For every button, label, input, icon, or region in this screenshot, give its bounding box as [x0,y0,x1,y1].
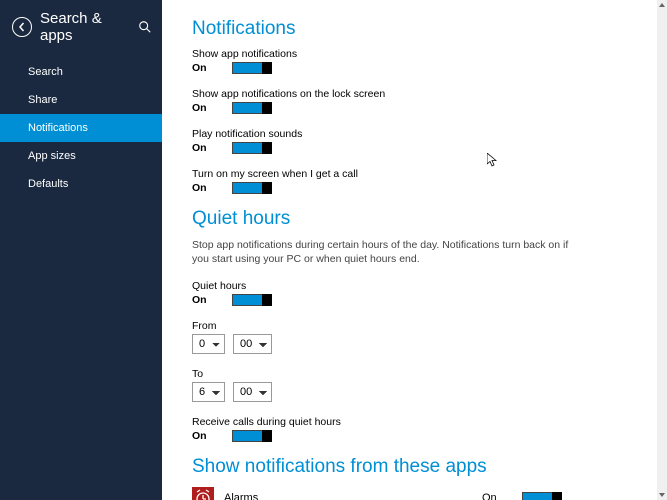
toggle-switch[interactable] [232,294,272,306]
toggle-state: On [192,142,232,154]
app-row-alarms: Alarms On [192,486,572,500]
sidebar-item-search[interactable]: Search [0,58,162,86]
toggle-switch[interactable] [232,142,272,154]
sidebar-item-share[interactable]: Share [0,86,162,114]
quiet-hours-description: Stop app notifications during certain ho… [192,238,572,266]
from-label: From [192,320,572,332]
toggle-switch[interactable] [522,492,562,500]
toggle-state: On [192,430,232,442]
toggle-switch[interactable] [232,62,272,74]
toggle-state: On [192,102,232,114]
setting-receive-calls: Receive calls during quiet hours On [192,416,572,442]
toggle-switch[interactable] [232,102,272,114]
toggle-switch[interactable] [232,182,272,194]
sidebar-item-app-sizes[interactable]: App sizes [0,142,162,170]
setting-label: Receive calls during quiet hours [192,416,572,428]
setting-show-app-notifications: Show app notifications On [192,48,572,74]
scroll-up-arrow[interactable] [657,0,667,10]
setting-label: Quiet hours [192,280,572,292]
alarm-icon [192,487,214,500]
setting-quiet-hours-toggle: Quiet hours On [192,280,572,306]
toggle-state: On [192,294,232,306]
setting-screen-on-call: Turn on my screen when I get a call On [192,168,572,194]
to-hour-select[interactable]: 6 [192,382,225,402]
setting-label: Show app notifications on the lock scree… [192,88,572,100]
setting-label: Show app notifications [192,48,572,60]
from-hour-select[interactable]: 0 [192,334,225,354]
from-minute-select[interactable]: 00 [233,334,272,354]
scroll-down-arrow[interactable] [657,490,667,500]
toggle-switch[interactable] [232,430,272,442]
to-label: To [192,368,572,380]
setting-label: Turn on my screen when I get a call [192,168,572,180]
sidebar-title: Search & apps [40,10,138,44]
toggle-state: On [482,492,522,500]
setting-play-sounds: Play notification sounds On [192,128,572,154]
setting-label: Play notification sounds [192,128,572,140]
sidebar-item-notifications[interactable]: Notifications [0,114,162,142]
quiet-hours-heading: Quiet hours [192,208,572,230]
notifications-heading: Notifications [192,18,572,40]
settings-window: Search & apps Search Share Notifications… [0,0,667,500]
app-name: Alarms [224,492,482,500]
vertical-scrollbar[interactable] [657,0,667,500]
toggle-state: On [192,182,232,194]
back-button[interactable] [12,17,32,37]
app-notifications-heading: Show notifications from these apps [192,456,572,478]
sidebar: Search & apps Search Share Notifications… [0,0,162,500]
to-minute-select[interactable]: 00 [233,382,272,402]
content-pane: Notifications Show app notifications On … [162,0,657,500]
sidebar-item-defaults[interactable]: Defaults [0,170,162,198]
toggle-state: On [192,62,232,74]
search-icon[interactable] [138,20,152,34]
sidebar-header: Search & apps [0,0,162,58]
setting-lock-screen-notifications: Show app notifications on the lock scree… [192,88,572,114]
app-notifications-list: Alarms On Hry On Internet Expl [192,486,572,500]
